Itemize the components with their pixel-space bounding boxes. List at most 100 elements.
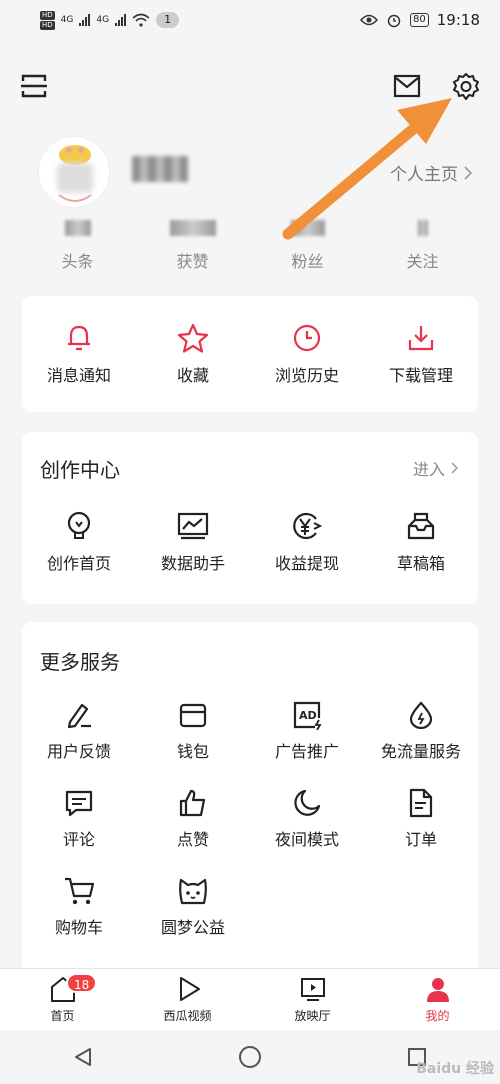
play-icon xyxy=(179,977,200,1001)
drafts-button[interactable]: 草稿箱 xyxy=(364,510,478,574)
bottom-tab-bar: 18 首页 西瓜视频 放映厅 我的 xyxy=(0,968,500,1030)
chart-icon xyxy=(177,512,209,540)
ad-promotion-button[interactable]: AD 广告推广 xyxy=(250,700,364,762)
action-label: 消息通知 xyxy=(46,366,111,385)
svg-text:AD: AD xyxy=(299,709,317,722)
star-icon xyxy=(177,323,209,353)
service-label: 广告推广 xyxy=(274,742,339,761)
system-nav-bar: Baidu 经验 xyxy=(0,1030,500,1084)
creation-label: 创作首页 xyxy=(46,554,111,573)
gear-icon[interactable] xyxy=(450,71,482,103)
data-assistant-button[interactable]: 数据助手 xyxy=(136,510,250,574)
downloads-button[interactable]: 下载管理 xyxy=(364,322,478,386)
status-bar: HD HD 4G 4G 1 80 19:18 xyxy=(0,0,500,40)
person-icon xyxy=(426,978,449,1002)
creation-label: 收益提现 xyxy=(274,554,339,573)
cart-button[interactable]: 购物车 xyxy=(22,876,136,938)
more-services-card: 更多服务 用户反馈 钱包 AD 广告推广 免流量服务 评论 点赞 夜间模式 订单… xyxy=(22,622,478,982)
quick-actions-card: 消息通知 收藏 浏览历史 下载管理 xyxy=(22,296,478,412)
eye-icon xyxy=(360,14,379,26)
clock-icon xyxy=(293,324,321,352)
service-label: 夜间模式 xyxy=(274,830,339,849)
earnings-withdraw-button[interactable]: 收益提现 xyxy=(250,510,364,574)
stat-label: 头条 xyxy=(61,252,94,271)
stat-value-blurred xyxy=(290,220,325,236)
comments-button[interactable]: 评论 xyxy=(22,788,136,850)
creation-center-card: 创作中心 进入 创作首页 数据助手 收益提现 草稿箱 xyxy=(22,432,478,604)
notification-count: 1 xyxy=(156,12,180,28)
hd-indicators: HD HD xyxy=(40,10,55,30)
likes-button[interactable]: 点赞 xyxy=(136,788,250,850)
history-button[interactable]: 浏览历史 xyxy=(250,322,364,386)
network-type: 4G xyxy=(60,15,74,25)
stat-value-blurred xyxy=(417,220,428,236)
creation-enter-link[interactable]: 进入 xyxy=(413,456,458,480)
tab-home[interactable]: 18 首页 xyxy=(0,969,125,1030)
home-circle-icon[interactable] xyxy=(238,1045,262,1069)
notifications-button[interactable]: 消息通知 xyxy=(22,322,136,386)
status-right: 80 19:18 xyxy=(360,11,480,29)
comment-icon xyxy=(65,790,93,817)
wallet-button[interactable]: 钱包 xyxy=(136,700,250,762)
free-data-button[interactable]: 免流量服务 xyxy=(364,700,478,762)
service-label: 用户反馈 xyxy=(46,742,111,761)
tab-mine[interactable]: 我的 xyxy=(375,969,500,1030)
tab-label: 首页 xyxy=(50,1009,75,1023)
service-label: 免流量服务 xyxy=(380,742,461,761)
battery-level: 80 xyxy=(410,13,429,27)
username-blurred xyxy=(132,156,188,182)
orders-button[interactable]: 订单 xyxy=(364,788,478,850)
draft-box-icon xyxy=(407,512,435,540)
favorites-button[interactable]: 收藏 xyxy=(136,322,250,386)
mail-icon[interactable] xyxy=(392,72,422,100)
creation-center-title: 创作中心 xyxy=(40,458,120,482)
ad-icon: AD xyxy=(293,701,322,730)
stat-fans[interactable]: 粉丝 xyxy=(250,220,365,280)
drop-icon xyxy=(409,701,433,730)
personal-homepage-link[interactable]: 个人主页 xyxy=(390,160,472,185)
moon-icon xyxy=(294,789,321,816)
back-icon[interactable] xyxy=(72,1046,94,1068)
tab-xigua-video[interactable]: 西瓜视频 xyxy=(125,969,250,1030)
chevron-right-icon xyxy=(464,165,472,180)
alarm-icon xyxy=(387,14,401,28)
homepage-link-label: 个人主页 xyxy=(390,165,458,185)
stat-label: 获赞 xyxy=(176,252,209,271)
avatar[interactable] xyxy=(38,136,110,208)
stat-value-blurred xyxy=(169,220,216,236)
creation-label: 草稿箱 xyxy=(396,554,445,573)
status-left: HD HD 4G 4G 1 xyxy=(40,10,180,30)
profile-header[interactable]: 个人主页 xyxy=(0,132,500,212)
tab-screening-hall[interactable]: 放映厅 xyxy=(250,969,375,1030)
chevron-right-icon xyxy=(451,462,458,474)
thumbs-up-icon xyxy=(179,789,206,817)
download-icon xyxy=(408,326,434,351)
scan-icon[interactable] xyxy=(18,70,50,102)
wallet-icon xyxy=(179,703,207,728)
service-label: 评论 xyxy=(62,830,95,849)
service-label: 订单 xyxy=(404,830,437,849)
clock-time: 19:18 xyxy=(436,11,480,29)
cat-face-icon xyxy=(179,878,207,905)
stat-headlines[interactable]: 头条 xyxy=(20,220,135,280)
creation-label: 数据助手 xyxy=(160,554,225,573)
stat-following[interactable]: 关注 xyxy=(365,220,480,280)
more-services-title: 更多服务 xyxy=(40,650,120,674)
feedback-button[interactable]: 用户反馈 xyxy=(22,700,136,762)
hd-badge: HD xyxy=(40,10,55,20)
tab-label: 放映厅 xyxy=(294,1009,331,1023)
cart-icon xyxy=(65,877,95,905)
yen-icon xyxy=(293,512,323,540)
charity-button[interactable]: 圆梦公益 xyxy=(136,876,250,938)
service-label: 购物车 xyxy=(54,918,103,937)
night-mode-button[interactable]: 夜间模式 xyxy=(250,788,364,850)
stat-likes[interactable]: 获赞 xyxy=(135,220,250,280)
order-icon xyxy=(409,788,433,818)
watermark: Baidu 经验 xyxy=(416,1061,494,1077)
wifi-icon xyxy=(132,13,150,27)
action-label: 下载管理 xyxy=(388,366,453,385)
creation-home-button[interactable]: 创作首页 xyxy=(22,510,136,574)
stat-label: 关注 xyxy=(406,252,439,271)
action-label: 收藏 xyxy=(176,366,209,385)
tab-label: 西瓜视频 xyxy=(163,1009,212,1023)
